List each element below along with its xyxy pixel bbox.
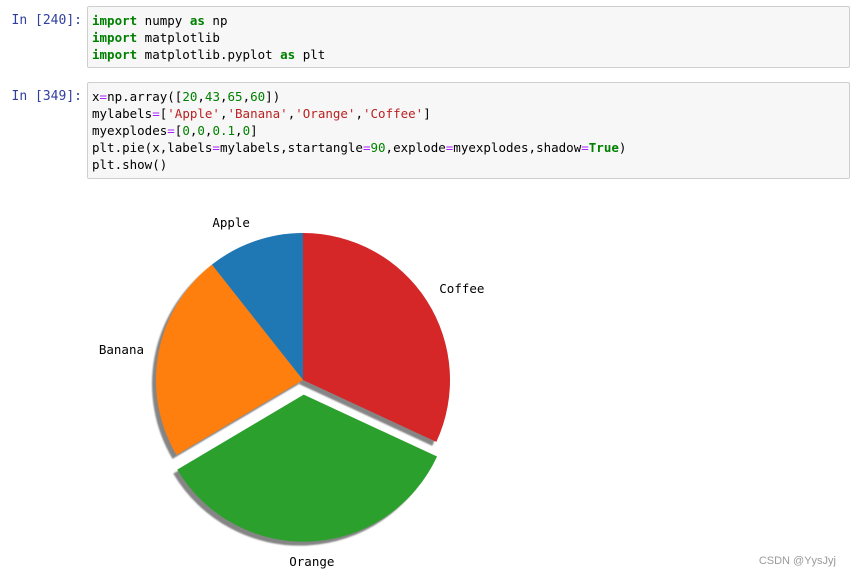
code-input-area[interactable]: import numpy as np import matplotlib impor… <box>87 6 850 68</box>
input-prompt: In [240]: <box>11 13 82 28</box>
cell-output: Apple Banana Orange Coffee <box>87 183 850 575</box>
pie-label-banana: Banana <box>99 342 144 357</box>
pie-chart: Apple Banana Orange Coffee <box>99 215 485 569</box>
input-prompt: In [349]: <box>11 89 82 104</box>
code-line: x=np.array([20,43,65,60]) <box>92 89 281 104</box>
watermark: CSDN @YysJyj <box>758 555 836 567</box>
code-input-area[interactable]: x=np.array([20,43,65,60]) mylabels=['Appl… <box>87 82 850 179</box>
pie-label-orange: Orange <box>289 554 334 569</box>
pie-label-coffee: Coffee <box>439 281 484 296</box>
code-line: plt.pie(x,labels=mylabels,startangle=90,… <box>92 140 627 155</box>
code-line: mylabels=['Apple','Banana','Orange','Cof… <box>92 106 431 121</box>
code-line: plt.show() <box>92 157 168 172</box>
pie-label-apple: Apple <box>212 215 250 230</box>
code-line: myexplodes=[0,0,0.1,0] <box>92 123 258 138</box>
code-line: import numpy as np <box>92 13 228 28</box>
code-line: import matplotlib.pyplot as plt <box>92 47 326 62</box>
code-line: import matplotlib <box>92 30 220 45</box>
